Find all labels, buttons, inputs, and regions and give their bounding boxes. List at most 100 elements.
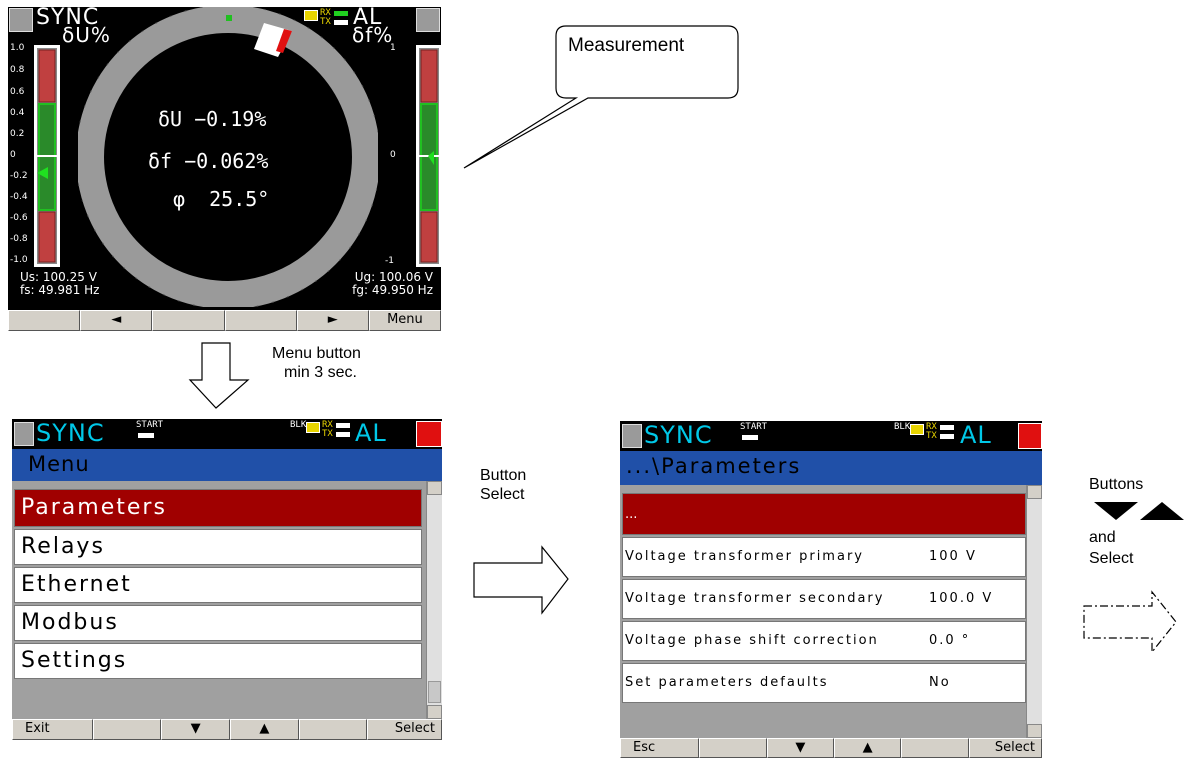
select-softkey[interactable]: Select — [968, 738, 1042, 758]
start-led — [138, 433, 154, 438]
scale-label: 0.4 — [10, 108, 25, 118]
softkey-5[interactable] — [298, 719, 368, 740]
button-select-note-2: Select — [480, 486, 525, 503]
parameters-title: ...\Parameters — [626, 454, 802, 478]
start-label: START — [740, 422, 768, 432]
scroll-up-button[interactable] — [427, 481, 442, 495]
parameters-back-item[interactable]: ... — [622, 493, 1026, 535]
scale-label: -0.6 — [10, 213, 28, 223]
df-bar-gauge — [416, 45, 441, 267]
scale-label: 0.8 — [10, 65, 25, 75]
tx-label: TX — [926, 431, 937, 441]
select-softkey[interactable]: Select — [367, 719, 442, 740]
scale-label: 1.0 — [10, 43, 25, 53]
fs-readout: fs: 49.981 Hz — [20, 283, 100, 297]
indicator-icon — [306, 422, 320, 433]
scale-label: -0.8 — [10, 234, 28, 244]
scroll-up-button[interactable] — [1027, 485, 1042, 499]
exit-softkey[interactable]: Exit — [12, 719, 93, 740]
blk-label: BLK — [290, 420, 307, 430]
alarm-label: AL — [960, 421, 992, 449]
param-row-phase-shift[interactable]: Voltage phase shift correction 0.0 ° — [622, 621, 1026, 661]
menu-scrollbar[interactable] — [426, 481, 442, 719]
status-square-left — [622, 424, 642, 448]
tx-led — [336, 432, 350, 437]
menu-item-modbus[interactable]: Modbus — [14, 605, 422, 641]
callout-text: Measurement — [568, 35, 685, 56]
menu-item-parameters[interactable]: Parameters — [14, 489, 422, 527]
down-softkey[interactable]: ▼ — [161, 719, 231, 740]
param-label: Set parameters defaults — [625, 675, 829, 690]
and-note: and — [1089, 529, 1116, 546]
softkey-1[interactable] — [8, 310, 81, 331]
param-value: 100 V — [929, 549, 977, 564]
scale-label: -0.4 — [10, 192, 28, 202]
param-label: Voltage phase shift correction — [625, 633, 879, 648]
softkey-2[interactable] — [92, 719, 162, 740]
menu-item-ethernet[interactable]: Ethernet — [14, 567, 422, 603]
button-select-note: Button — [480, 467, 527, 484]
up-softkey[interactable]: ▲ — [230, 719, 299, 740]
status-square-left — [9, 8, 33, 32]
param-value: 0.0 ° — [929, 633, 971, 648]
scale-label: -1 — [385, 256, 394, 266]
menu-button-note-2: min 3 sec. — [284, 364, 357, 381]
up-softkey[interactable]: ▲ — [833, 738, 902, 758]
scale-label: -1.0 — [10, 255, 28, 265]
scale-label: 1 — [390, 43, 396, 53]
status-square-right — [416, 8, 440, 32]
blk-label: BLK — [894, 422, 911, 432]
alarm-label: AL — [355, 419, 387, 447]
softkey-bar: Esc ▼ ▲ Select — [620, 738, 1042, 758]
start-label: START — [136, 420, 164, 430]
scale-label: 0 — [10, 150, 16, 160]
softkey-4[interactable] — [224, 310, 297, 331]
scroll-down-button[interactable] — [427, 705, 442, 719]
df-measurement: δf −0.062% — [148, 149, 269, 173]
menu-list: Parameters Relays Ethernet Modbus Settin… — [12, 481, 426, 719]
softkey-right[interactable]: ► — [296, 310, 369, 331]
measurement-screen: SYNC δU% δf% RX TX AL 1.0 0.8 0.6 0.4 0.… — [8, 7, 441, 331]
softkey-2[interactable] — [699, 738, 767, 758]
down-softkey[interactable]: ▼ — [766, 738, 834, 758]
right-arrow-icon — [473, 545, 569, 615]
softkey-bar: ◄ ► Menu — [8, 310, 441, 331]
menu-softkey[interactable]: Menu — [368, 310, 441, 331]
param-row-vt-primary[interactable]: Voltage transformer primary 100 V — [622, 537, 1026, 577]
next-arrow-icon — [1083, 590, 1177, 654]
softkey-3[interactable] — [152, 310, 225, 331]
rx-led — [336, 423, 350, 428]
scroll-thumb[interactable] — [428, 681, 441, 703]
softkey-5[interactable] — [901, 738, 969, 758]
fg-readout: fg: 49.950 Hz — [352, 283, 433, 297]
param-value: No — [929, 675, 951, 690]
du-measurement: δU −0.19% — [158, 107, 267, 131]
menu-item-relays[interactable]: Relays — [14, 529, 422, 565]
phase-measurement: φ 25.5° — [173, 187, 270, 211]
app-title: SYNC — [644, 421, 713, 449]
select-note: Select — [1089, 550, 1134, 567]
menu-item-settings[interactable]: Settings — [14, 643, 422, 679]
softkey-left[interactable]: ◄ — [80, 310, 153, 331]
menu-title: Menu — [28, 452, 90, 476]
app-title: SYNC — [36, 419, 105, 447]
start-led — [742, 435, 758, 440]
scale-label: 0.6 — [10, 87, 25, 97]
tx-label: TX — [322, 429, 333, 439]
parameters-screen: SYNC START BLK RX TX AL ...\Parameters .… — [620, 421, 1042, 758]
parameters-scrollbar[interactable] — [1026, 485, 1042, 738]
menu-button-note: Menu button — [272, 345, 361, 362]
scroll-down-button[interactable] — [1027, 724, 1042, 738]
buttons-note: Buttons — [1089, 476, 1144, 493]
parameters-list: ... Voltage transformer primary 100 V Vo… — [620, 485, 1026, 738]
down-arrow-icon — [188, 342, 250, 409]
menu-screen: SYNC START BLK RX TX AL Menu Parameters … — [12, 419, 442, 740]
scale-label: 0.2 — [10, 129, 25, 139]
param-row-defaults[interactable]: Set parameters defaults No — [622, 663, 1026, 703]
esc-softkey[interactable]: Esc — [620, 738, 700, 758]
softkey-bar: Exit ▼ ▲ Select — [12, 719, 442, 740]
param-label: Voltage transformer primary — [625, 549, 864, 564]
param-value: 100.0 V — [929, 591, 994, 606]
scale-label: -0.2 — [10, 171, 28, 181]
param-row-vt-secondary[interactable]: Voltage transformer secondary 100.0 V — [622, 579, 1026, 619]
